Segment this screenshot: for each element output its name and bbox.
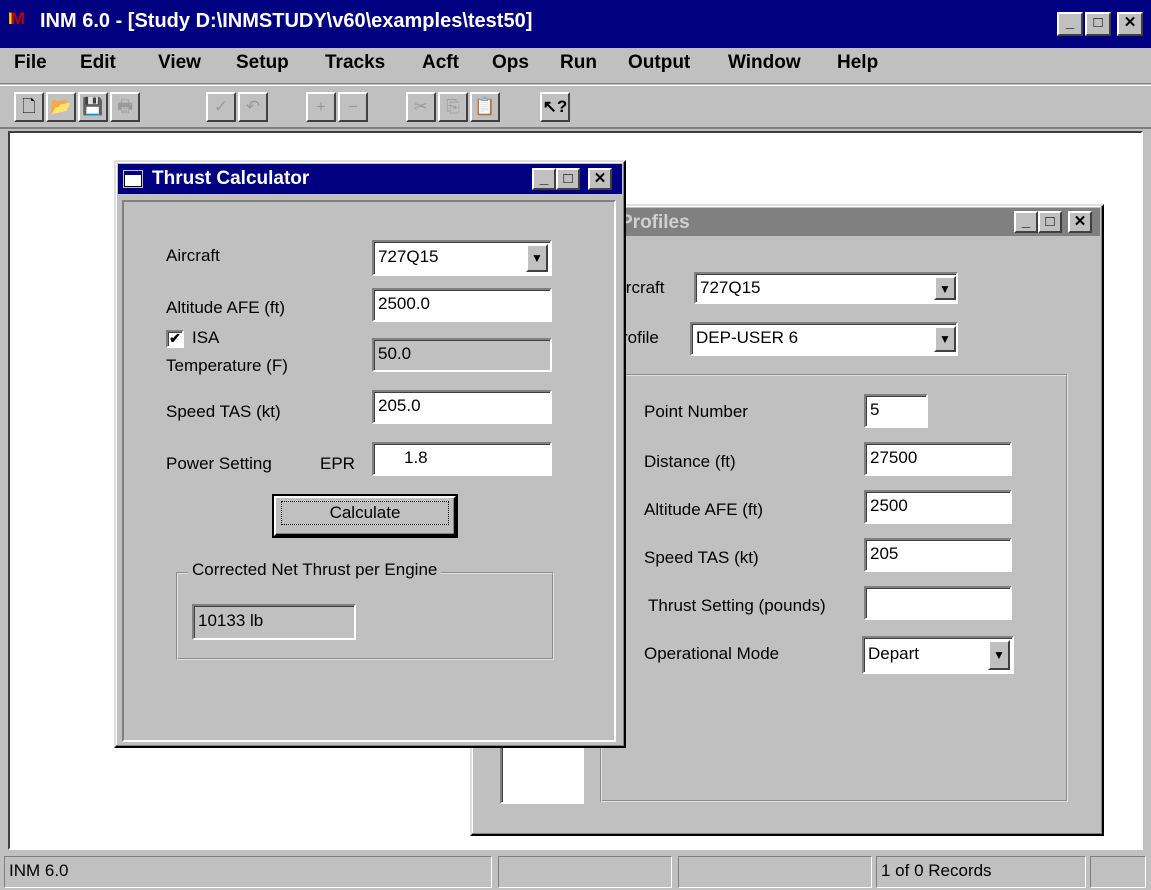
aircraft-select[interactable]: 727Q15 [372,240,552,276]
operational-mode-label: Operational Mode [644,644,780,663]
point-number-field[interactable]: 5 [864,394,928,428]
print-icon[interactable]: 🖶 [110,92,140,122]
profile-altitude-label: Altitude AFE (ft) [644,500,764,519]
profiles-profile-chevron-down-icon[interactable]: ▼ [934,326,956,352]
thrust-calculator-title: Thrust Calculator [152,168,310,189]
menu-setup[interactable]: Setup [236,52,289,74]
profiles-title: Profiles [620,212,690,233]
thrust-calc-close-button[interactable]: ✕ [588,168,612,190]
profiles-aircraft-select[interactable]: 727Q15 [694,272,958,304]
minimize-button[interactable]: _ [1057,12,1083,36]
temperature-label: Temperature (F) [166,356,288,375]
main-title-bar[interactable]: IM INM 6.0 - [Study D:\INMSTUDY\v60\exam… [0,0,1151,48]
open-icon[interactable]: 📂 [46,92,76,122]
point-number-label: Point Number [644,402,748,421]
close-button[interactable]: ✕ [1117,12,1143,36]
paste-icon[interactable]: 📋 [470,92,500,122]
menu-edit[interactable]: Edit [80,52,116,74]
result-group-label: Corrected Net Thrust per Engine [188,560,442,580]
maximize-button[interactable]: □ [1085,12,1111,36]
thrust-calc-maximize-button[interactable]: □ [556,168,580,190]
aircraft-chevron-down-icon[interactable]: ▼ [526,244,548,272]
altitude-field[interactable]: 2500.0 [372,288,552,322]
copy-icon[interactable]: ⎘ [438,92,468,122]
thrust-calculator-title-bar[interactable]: Thrust Calculator _ □ ✕ [118,164,622,194]
profiles-profile-label: rofile [622,328,659,347]
add-icon[interactable]: + [306,92,336,122]
cut-icon[interactable]: ✂ [406,92,436,122]
menu-ops[interactable]: Ops [492,52,529,74]
calculate-button-label: Calculate [281,501,449,525]
power-unit-label: EPR [320,454,355,473]
status-bar: INM 6.0 1 of 0 Records [0,852,1151,890]
altitude-label: Altitude AFE (ft) [166,298,286,317]
window-title: INM 6.0 - [Study D:\INMSTUDY\v60\example… [40,10,533,32]
profile-speed-field[interactable]: 205 [864,538,1012,572]
isa-checkbox[interactable]: ✔ [166,330,184,348]
status-cell-2 [678,856,872,888]
context-help-icon[interactable]: ↖? [540,92,570,122]
menu-run[interactable]: Run [560,52,597,74]
profiles-aircraft-chevron-down-icon[interactable]: ▼ [934,276,956,300]
thrust-setting-label: Thrust Setting (pounds) [648,596,826,615]
menu-file[interactable]: File [14,52,47,74]
thrust-calculator-window[interactable]: Thrust Calculator _ □ ✕ Aircraft 727Q15 … [114,160,626,748]
profiles-aircraft-label: ircraft [622,278,665,297]
temperature-field[interactable]: 50.0 [372,338,552,372]
thrust-setting-field[interactable] [864,586,1012,620]
distance-label: Distance (ft) [644,452,736,471]
status-cell-1 [498,856,672,888]
menu-acft[interactable]: Acft [422,52,459,74]
menu-bar: File Edit View Setup Tracks Acft Ops Run… [0,48,1151,84]
status-records: 1 of 0 Records [876,856,1086,888]
profile-speed-label: Speed TAS (kt) [644,548,759,567]
speed-label: Speed TAS (kt) [166,402,281,421]
menu-help[interactable]: Help [837,52,878,74]
menu-view[interactable]: View [158,52,201,74]
new-icon[interactable]: 🗋 [14,92,44,122]
profile-altitude-field[interactable]: 2500 [864,490,1012,524]
remove-icon[interactable]: − [338,92,368,122]
save-icon[interactable]: 💾 [78,92,108,122]
isa-label: ISA [192,328,220,347]
speed-field[interactable]: 205.0 [372,390,552,424]
profiles-minimize-button[interactable]: _ [1014,211,1038,233]
undo-icon[interactable]: ↶ [238,92,268,122]
result-field: 10133 lb [192,604,356,640]
menu-tracks[interactable]: Tracks [325,52,385,74]
menu-output[interactable]: Output [628,52,690,74]
size-grip-icon[interactable] [1090,856,1146,888]
profiles-profile-select[interactable]: DEP-USER 6 [690,322,958,356]
power-setting-label: Power Setting [166,454,272,473]
menu-window[interactable]: Window [728,52,801,74]
operational-mode-chevron-down-icon[interactable]: ▼ [988,640,1010,670]
power-setting-field[interactable]: 1.8 [372,442,552,476]
window-menu-icon[interactable] [124,171,142,187]
status-app-name: INM 6.0 [4,856,492,888]
calculate-button[interactable]: Calculate [272,494,458,538]
profiles-close-button[interactable]: ✕ [1068,211,1092,233]
distance-field[interactable]: 27500 [864,442,1012,476]
commit-icon[interactable]: ✓ [206,92,236,122]
thrust-calc-minimize-button[interactable]: _ [532,168,556,190]
aircraft-label: Aircraft [166,246,220,265]
profiles-maximize-button[interactable]: □ [1038,211,1062,233]
toolbar: 🗋 📂 💾 🖶 ✓ ↶ + − ✂ ⎘ 📋 ↖? [0,85,1151,129]
app-logo-icon: IM [8,9,25,28]
